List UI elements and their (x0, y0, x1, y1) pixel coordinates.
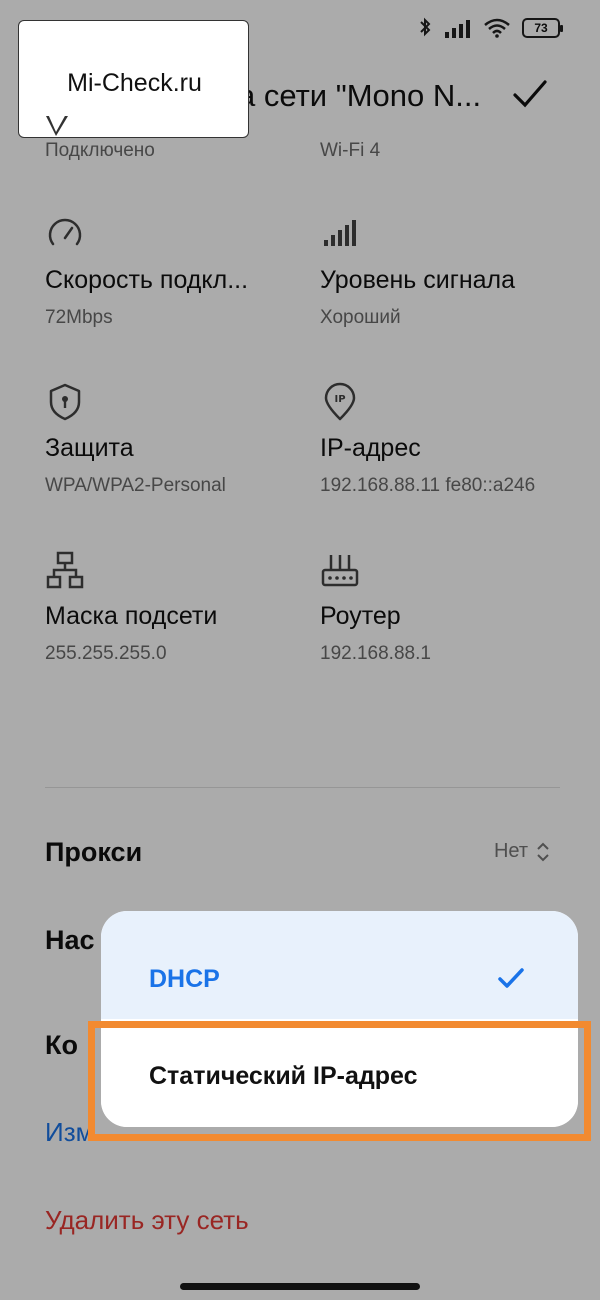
option-dhcp-label: DHCP (149, 965, 220, 993)
ip-settings-popup: DHCP Статический IP-адрес (101, 911, 578, 1127)
watermark-text: Mi-Check.ru (67, 69, 202, 97)
callout-tail-inner (48, 114, 66, 132)
home-indicator[interactable] (180, 1283, 420, 1290)
option-static-ip-label: Статический IP-адрес (149, 1062, 418, 1090)
option-dhcp[interactable]: DHCP (101, 911, 578, 1019)
option-static-ip[interactable]: Статический IP-адрес (101, 1019, 578, 1127)
selected-checkmark-icon (498, 968, 524, 988)
